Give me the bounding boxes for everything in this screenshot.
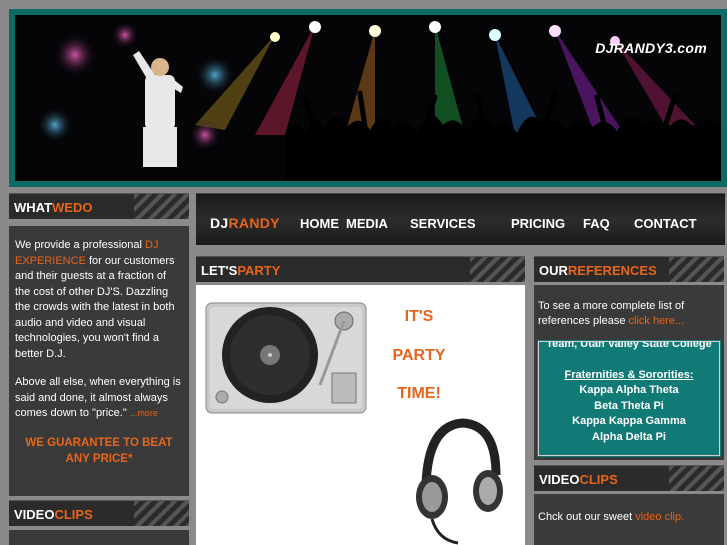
what-we-do-panel: We provide a professional DJ EXPERIENCE … <box>9 226 189 496</box>
stripe-decoration <box>470 257 525 282</box>
nav-faq[interactable]: FAQ <box>583 216 610 231</box>
banner-image: DJRANDY3.com <box>15 15 721 181</box>
video-clip-link[interactable]: video clip. <box>635 511 684 523</box>
party-line-2: PARTY <box>392 347 446 364</box>
video-clips-panel-right: Chck out our sweet video clip. <box>534 494 724 545</box>
nav-home[interactable]: HOME <box>300 216 339 231</box>
lets-party-header: LET'SPARTY <box>196 256 525 282</box>
click-here-link[interactable]: click here... <box>629 315 685 327</box>
reference-line: Kappa Kappa Gamma <box>572 415 686 427</box>
references-scroll-box[interactable]: Team, Utah Valley State College Fraterni… <box>537 340 721 457</box>
header-word: WHAT <box>14 200 53 215</box>
lets-party-panel: IT'S PARTY TIME! <box>196 285 525 545</box>
reference-line: Kappa Alpha Theta <box>579 384 679 396</box>
nav-pricing[interactable]: PRICING <box>511 216 565 231</box>
guarantee-text: WE GUARANTEE TO BEAT ANY PRICE* <box>25 436 173 465</box>
headphones-image <box>416 418 503 545</box>
nav-services[interactable]: SERVICES <box>410 216 476 231</box>
site-name: DJRANDY3.com <box>595 40 707 56</box>
video-clips-panel-left <box>9 530 189 545</box>
video-clips-header-left: VIDEOCLIPS <box>9 500 189 526</box>
main-nav: DJRANDY HOME MEDIA SERVICES PRICING FAQ … <box>196 193 725 245</box>
nav-media[interactable]: MEDIA <box>346 216 388 231</box>
references-panel: To see a more complete list of reference… <box>534 285 724 460</box>
references-intro: To see a more complete list of reference… <box>538 300 685 327</box>
our-references-header: OURREFERENCES <box>534 256 724 282</box>
reference-line: Beta Theta Pi <box>594 399 664 412</box>
stripe-decoration <box>134 194 189 219</box>
party-line-1: IT'S <box>404 308 434 325</box>
nav-brand[interactable]: DJRANDY <box>210 215 280 231</box>
stripe-decoration <box>134 501 189 526</box>
intro-paragraph: We provide a professional DJ EXPERIENCE … <box>15 239 175 360</box>
reference-line: Alpha Delta Pi <box>592 430 666 443</box>
nav-contact[interactable]: CONTACT <box>634 216 697 231</box>
turntable-image <box>205 302 367 414</box>
price-paragraph: Above all else, when everything is said … <box>15 376 181 419</box>
what-we-do-header: WHATWEDO <box>9 193 189 219</box>
header-accent-word: WEDO <box>52 200 93 215</box>
stripe-decoration <box>669 466 724 491</box>
stripe-decoration <box>669 257 724 282</box>
more-link[interactable]: ...more <box>130 408 158 418</box>
video-clips-header-right: VIDEOCLIPS <box>534 465 724 491</box>
reference-heading: Fraternities & Sororities: <box>564 368 694 381</box>
party-line-3: TIME! <box>397 385 441 402</box>
reference-line: Team, Utah Valley State College <box>546 341 712 350</box>
header-banner: DJRANDY3.com <box>9 9 727 187</box>
